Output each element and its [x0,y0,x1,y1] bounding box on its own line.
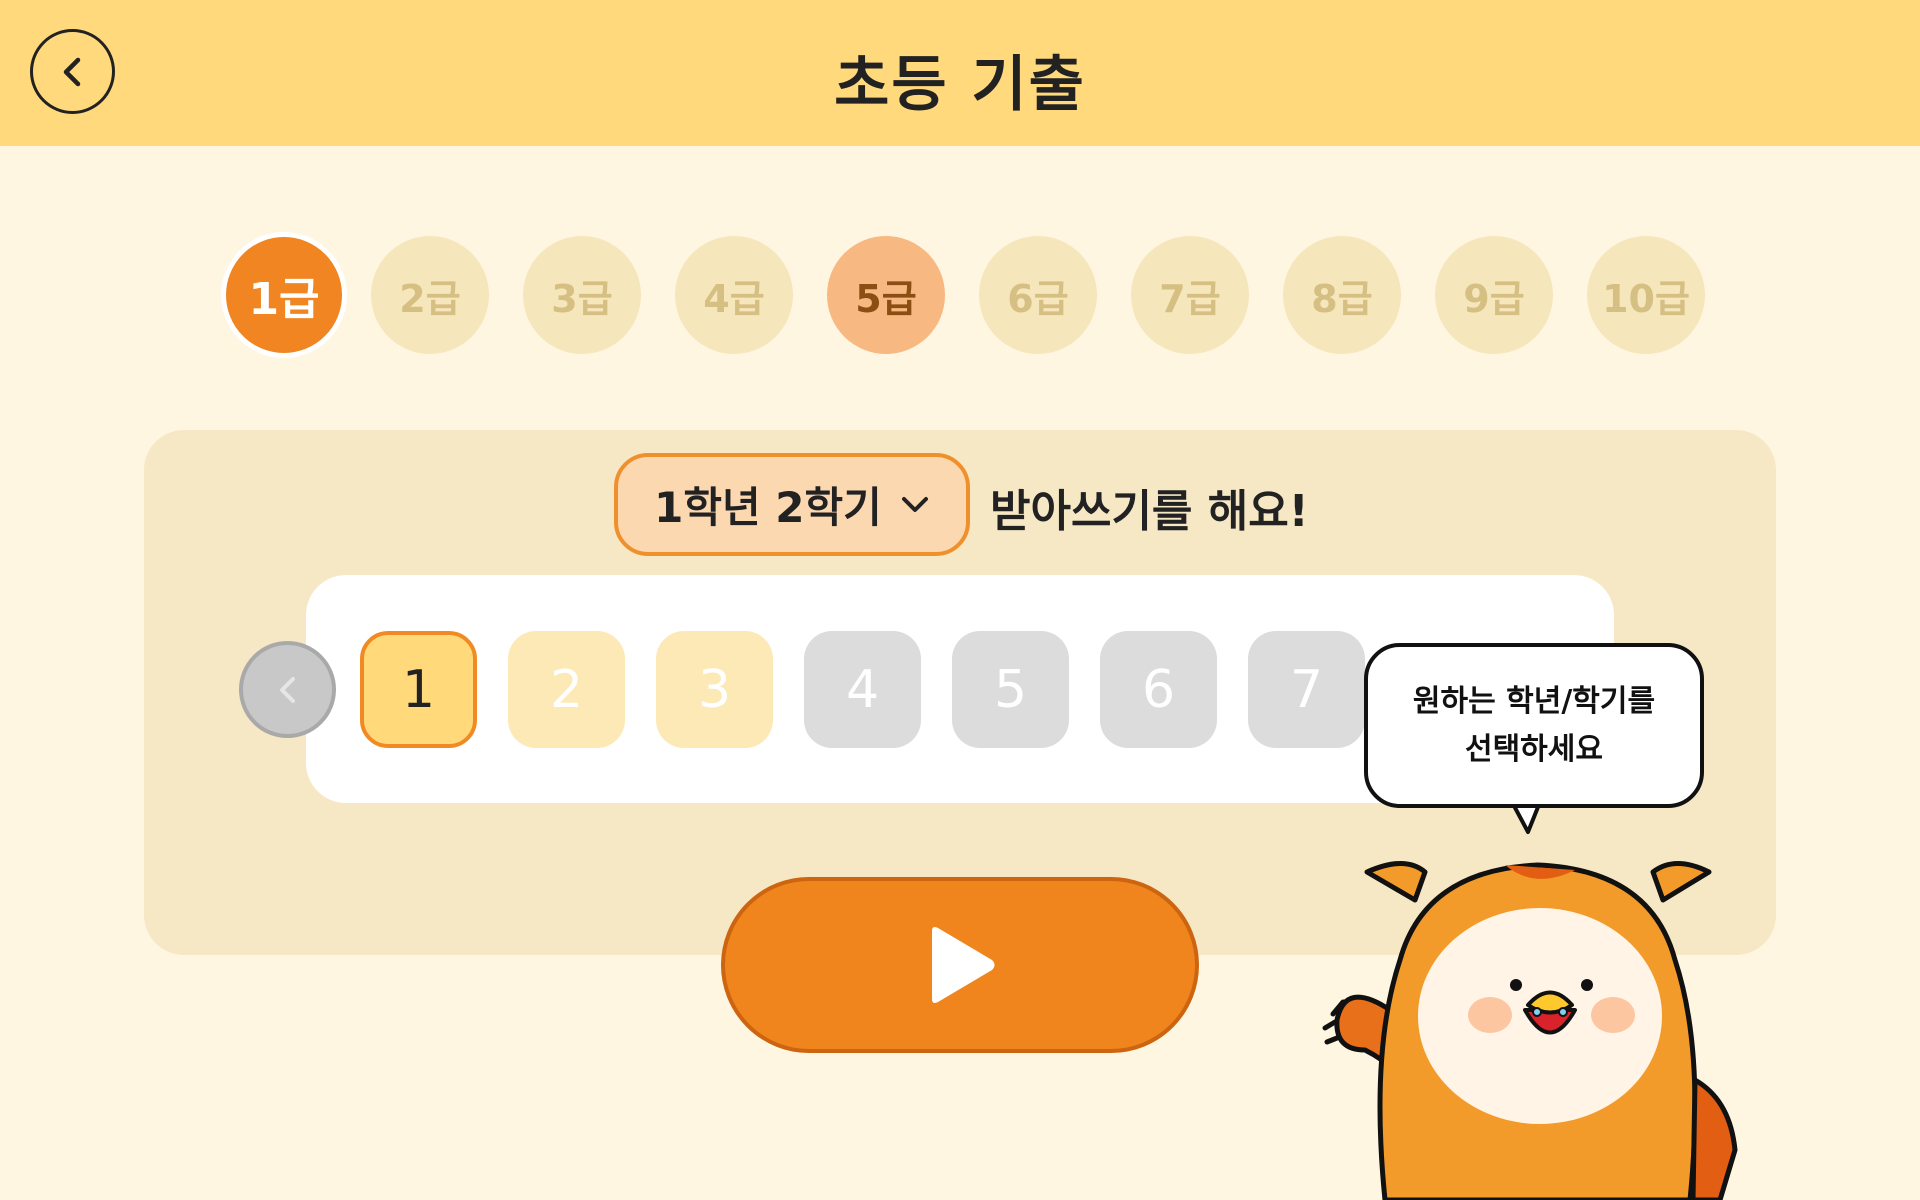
tooltip-line-1: 원하는 학년/학기를 [1412,683,1656,719]
page-title: 초등 기출 [834,50,1086,120]
level-tabs: 1급 2급 3급 4급 5급 6급 7급 8급 9급 10급 [221,232,1721,358]
unit-button-2[interactable]: 2 [508,631,625,748]
level-tab-3[interactable]: 3급 [523,236,641,354]
unit-button-6[interactable]: 6 [1100,631,1217,748]
prev-units-button[interactable] [239,641,336,738]
level-tab-4[interactable]: 4급 [675,236,793,354]
chevron-down-icon [901,496,928,512]
owl-mascot [1322,861,1738,1200]
level-tab-5[interactable]: 5급 [827,236,945,354]
unit-button-3[interactable]: 3 [656,631,773,748]
level-tab-2[interactable]: 2급 [371,236,489,354]
unit-button-1[interactable]: 1 [360,631,477,748]
unit-button-7[interactable]: 7 [1248,631,1365,748]
unit-button-5[interactable]: 5 [952,631,1069,748]
level-tab-1[interactable]: 1급 [221,232,347,358]
play-icon [932,927,995,1003]
grade-semester-value: 1학년 2학기 [654,483,882,532]
level-tab-7[interactable]: 7급 [1131,236,1249,354]
play-button[interactable] [721,877,1199,1053]
dictation-label: 받아쓰기를 해요! [990,486,1309,537]
grade-semester-dropdown[interactable]: 1학년 2학기 [614,453,970,556]
tooltip-bubble: 원하는 학년/학기를 선택하세요 [1364,643,1704,808]
level-tab-9[interactable]: 9급 [1435,236,1553,354]
unit-button-4[interactable]: 4 [804,631,921,748]
level-tab-6[interactable]: 6급 [979,236,1097,354]
tooltip-line-2: 선택하세요 [1464,731,1603,767]
chevron-left-icon [279,676,295,703]
level-tab-8[interactable]: 8급 [1283,236,1401,354]
header-bar: 초등 기출 [0,0,1920,146]
level-tab-10[interactable]: 10급 [1587,236,1705,354]
